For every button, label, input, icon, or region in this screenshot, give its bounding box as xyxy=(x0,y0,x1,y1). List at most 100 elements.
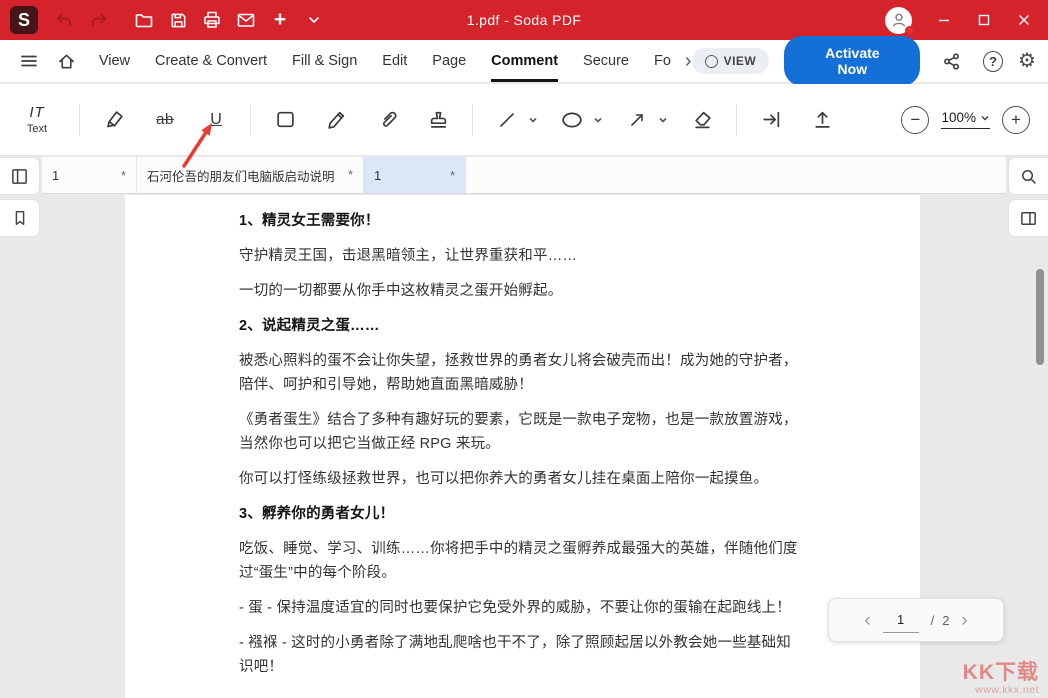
doc-heading: 2、说起精灵之蛋…… xyxy=(239,314,804,338)
arrow-tool-icon[interactable] xyxy=(620,99,654,141)
left-panel-strip xyxy=(0,157,40,237)
search-panel-icon[interactable] xyxy=(1008,157,1048,195)
document-tab-active[interactable]: 1 * xyxy=(364,157,466,193)
doc-paragraph: 吃饭、睡觉、学习、训练……你将把手中的精灵之蛋孵养成最强大的英雄，伴随他们度过“… xyxy=(239,537,804,585)
page-navigator: ‹ / 2 › xyxy=(828,598,1004,642)
hamburger-menu-icon[interactable] xyxy=(12,40,45,82)
menu-comment[interactable]: Comment xyxy=(491,40,558,82)
print-icon[interactable] xyxy=(196,5,228,35)
tab-label: 石河伦吾的朋友们电脑版启动说明 xyxy=(147,166,335,185)
pencil-tool-icon[interactable] xyxy=(319,99,353,141)
snap-to-edge-tool-icon[interactable] xyxy=(754,99,788,141)
line-tool-icon[interactable] xyxy=(490,99,524,141)
doc-paragraph: 被悉心照料的蛋不会让你失望，拯救世界的勇者女儿将会破壳而出！成为她的守护者，陪伴… xyxy=(239,349,804,397)
window-title: 1.pdf - Soda PDF xyxy=(467,12,582,28)
comment-toolbar: IT Text ab U xyxy=(0,84,1048,156)
zoom-level-dropdown[interactable]: 100% xyxy=(941,110,990,129)
page-separator: / xyxy=(931,613,935,628)
view-mode-toggle[interactable]: VIEW xyxy=(692,48,770,74)
help-icon[interactable]: ? xyxy=(983,51,1003,72)
open-folder-icon[interactable] xyxy=(128,5,160,35)
attachment-tool-icon[interactable] xyxy=(370,99,404,141)
menu-page[interactable]: Page xyxy=(432,40,466,82)
toolbar-divider xyxy=(250,104,251,136)
document-viewport: 1、精灵女王需要你！ 守护精灵王国，击退黑暗领主，让世界重获和平…… 一切的一切… xyxy=(0,195,1048,698)
doc-paragraph: - 襁褓 - 这时的小勇者除了满地乱爬啥也干不了，除了照顾起居以外教会她一些基础… xyxy=(239,631,804,679)
comments-panel-icon[interactable] xyxy=(1008,199,1048,237)
eraser-tool-icon[interactable] xyxy=(685,99,719,141)
menu-view[interactable]: View xyxy=(99,40,130,82)
sticky-note-tool-icon[interactable] xyxy=(268,99,302,141)
arrow-tool-chevron-icon[interactable] xyxy=(658,115,668,125)
zoom-in-button[interactable]: + xyxy=(1002,106,1030,134)
doc-paragraph: 你可以打怪练级拯救世界，也可以把你养大的勇者女儿挂在桌面上陪你一起摸鱼。 xyxy=(239,467,804,491)
menu-create-convert[interactable]: Create & Convert xyxy=(155,40,267,82)
maximize-button[interactable] xyxy=(966,5,1002,35)
zoom-out-button[interactable]: − xyxy=(901,106,929,134)
ellipse-tool-icon[interactable] xyxy=(555,99,589,141)
menu-secure[interactable]: Secure xyxy=(583,40,629,82)
site-watermark: KK下载 www.kkx.net xyxy=(963,661,1039,696)
tab-label: 1 xyxy=(374,168,381,183)
minimize-button[interactable] xyxy=(926,5,962,35)
document-tab[interactable]: 1 * xyxy=(42,157,137,193)
view-mode-icon xyxy=(705,55,718,68)
pdf-page[interactable]: 1、精灵女王需要你！ 守护精灵王国，击退黑暗领主，让世界重获和平…… 一切的一切… xyxy=(125,195,920,698)
tab-modified-indicator: * xyxy=(450,168,455,183)
current-page-input[interactable] xyxy=(883,608,919,633)
page-thumbnails-panel-icon[interactable] xyxy=(0,157,40,195)
save-icon[interactable] xyxy=(162,5,194,35)
share-icon[interactable] xyxy=(935,52,968,71)
settings-gear-icon[interactable]: ⚙ xyxy=(1018,51,1036,71)
close-button[interactable] xyxy=(1006,5,1042,35)
watermark-url: www.kkx.net xyxy=(963,684,1039,696)
scrollbar-thumb[interactable] xyxy=(1036,269,1044,365)
new-document-icon[interactable]: + xyxy=(264,5,296,35)
titlebar: S + 1.p xyxy=(0,0,1048,40)
document-tabs: 1 * 石河伦吾的朋友们电脑版启动说明 * 1 * xyxy=(42,157,1006,194)
right-panel-strip xyxy=(1008,157,1048,237)
soda-pdf-window: S + 1.p xyxy=(0,0,1048,698)
notification-dot-icon xyxy=(905,26,914,35)
previous-page-button[interactable]: ‹ xyxy=(864,611,870,630)
strikethrough-tool[interactable]: ab xyxy=(148,99,182,141)
doc-paragraph: 一切的一切都要从你手中这枚精灵之蛋开始孵起。 xyxy=(239,279,804,303)
zoom-chevron-icon xyxy=(980,113,990,123)
text-comment-tool[interactable]: IT Text xyxy=(12,99,62,141)
next-page-button[interactable]: › xyxy=(961,611,967,630)
activate-now-button[interactable]: Activate Now xyxy=(784,36,920,86)
zoom-controls: − 100% + xyxy=(901,106,1030,134)
watermark-title: KK下载 xyxy=(963,661,1039,684)
email-icon[interactable] xyxy=(230,5,262,35)
titlebar-chevron-down-icon[interactable] xyxy=(298,5,330,35)
ellipse-tool-chevron-icon[interactable] xyxy=(593,115,603,125)
bookmarks-panel-icon[interactable] xyxy=(0,199,40,237)
toolbar-divider xyxy=(472,104,473,136)
doc-heading: 1、精灵女王需要你！ xyxy=(239,209,804,233)
undo-icon[interactable] xyxy=(48,5,80,35)
highlight-tool-icon[interactable] xyxy=(97,99,131,141)
redo-icon[interactable] xyxy=(82,5,114,35)
document-tab[interactable]: 石河伦吾的朋友们电脑版启动说明 * xyxy=(137,157,364,193)
export-upload-tool-icon[interactable] xyxy=(805,99,839,141)
menu-forms-truncated[interactable]: Fo xyxy=(654,40,671,82)
line-tool-chevron-icon[interactable] xyxy=(528,115,538,125)
menu-edit[interactable]: Edit xyxy=(382,40,407,82)
toolbar-divider xyxy=(79,104,80,136)
zoom-level-value: 100% xyxy=(941,110,976,125)
total-pages: 2 xyxy=(942,613,949,628)
app-logo: S xyxy=(10,6,38,34)
stamp-tool-icon[interactable] xyxy=(421,99,455,141)
view-mode-label: VIEW xyxy=(724,54,757,68)
tab-label: 1 xyxy=(52,168,59,183)
vertical-scrollbar[interactable] xyxy=(1035,197,1045,696)
doc-paragraph: 《勇者蛋生》结合了多种有趣好玩的要素，它既是一款电子宠物，也是一款放置游戏，当然… xyxy=(239,408,804,456)
menubar: View Create & Convert Fill & Sign Edit P… xyxy=(0,40,1048,83)
tab-modified-indicator: * xyxy=(348,168,353,182)
underline-tool[interactable]: U xyxy=(199,99,233,141)
home-icon[interactable] xyxy=(49,40,82,82)
tab-modified-indicator: * xyxy=(121,168,126,183)
menu-overflow-chevron-icon[interactable]: › xyxy=(685,40,692,82)
menu-fill-sign[interactable]: Fill & Sign xyxy=(292,40,357,82)
user-avatar[interactable] xyxy=(885,7,912,34)
